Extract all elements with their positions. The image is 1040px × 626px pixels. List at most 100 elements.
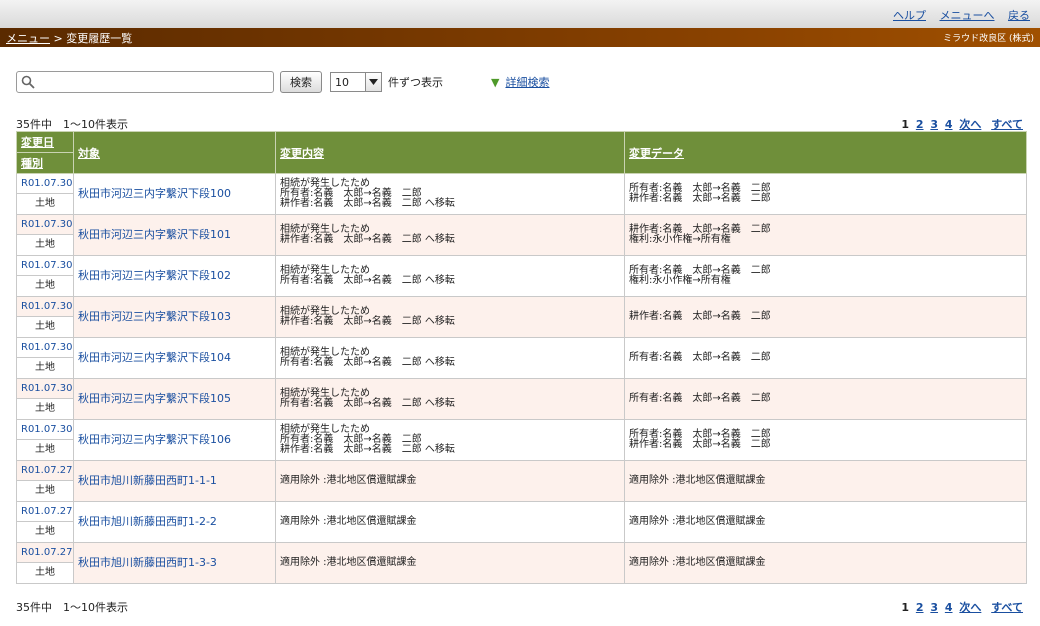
pager-next[interactable]: 次へ	[959, 118, 981, 131]
back-link[interactable]: 戻る	[1008, 9, 1030, 22]
pager-bottom: 1 2 3 4 次へ すべて	[898, 599, 1023, 615]
pager-page-3[interactable]: 3	[930, 601, 938, 614]
advanced-search-link[interactable]: 詳細検索	[505, 74, 549, 90]
top-nav: ヘルプ メニューへ 戻る	[0, 0, 1040, 28]
target-link[interactable]: 秋田市河辺三内字繋沢下段103	[78, 310, 231, 323]
pager-page-2[interactable]: 2	[916, 118, 924, 131]
page-title: 変更履歴一覧	[66, 31, 133, 45]
change-data-line: 所有者:名義 太郎→名義 二郎	[629, 393, 771, 404]
change-data-line: 適用除外 :港北地区償還賦課金	[629, 516, 766, 527]
breadcrumb-menu-link[interactable]: メニュー	[6, 32, 50, 45]
row-kind: 土地	[16, 193, 74, 215]
change-data-line: 耕作者:名義 太郎→名義 二郎	[629, 439, 771, 450]
target-link[interactable]: 秋田市河辺三内字繋沢下段102	[78, 269, 231, 282]
row-kind: 土地	[16, 439, 74, 461]
content-line: 適用除外 :港北地区償還賦課金	[280, 516, 417, 527]
row-kind: 土地	[16, 357, 74, 379]
sort-target-link[interactable]: 対象	[78, 147, 100, 160]
row-content: 相続が発生したため 耕作者:名義 太郎→名義 二郎 へ移転	[275, 296, 625, 338]
menu-link[interactable]: メニューへ	[940, 9, 995, 22]
row-change-data: 所有者:名義 太郎→名義 二郎 耕作者:名義 太郎→名義 二郎	[624, 419, 1027, 461]
target-link[interactable]: 秋田市河辺三内字繋沢下段105	[78, 392, 231, 405]
pager-page-4[interactable]: 4	[945, 118, 953, 131]
chevron-down-icon[interactable]	[365, 73, 381, 91]
sort-data-link[interactable]: 変更データ	[629, 147, 684, 160]
table-row: R01.07.30 秋田市河辺三内字繋沢下段102 相続が発生したため 所有者:名義 …	[16, 255, 1027, 297]
search-button[interactable]: 検索	[280, 71, 322, 93]
search-input[interactable]	[38, 75, 268, 89]
row-content: 相続が発生したため 所有者:名義 太郎→名義 二郎 へ移転	[275, 378, 625, 420]
column-header-date: 変更日	[16, 131, 74, 153]
pager-page-4[interactable]: 4	[945, 601, 953, 614]
pager-current: 1	[901, 118, 910, 131]
pager-page-2[interactable]: 2	[916, 601, 924, 614]
target-link[interactable]: 秋田市河辺三内字繋沢下段104	[78, 351, 231, 364]
help-link[interactable]: ヘルプ	[893, 9, 926, 22]
target-link[interactable]: 秋田市河辺三内字繋沢下段100	[78, 187, 231, 200]
content-line: 耕作者:名義 太郎→名義 二郎 へ移転	[280, 198, 455, 209]
table-row: R01.07.27 秋田市旭川新藤田西町1-3-3 適用除外 :港北地区償還賦課金 適…	[16, 542, 1027, 584]
row-date: R01.07.27	[16, 501, 74, 522]
row-target: 秋田市河辺三内字繋沢下段103	[73, 296, 276, 338]
row-target: 秋田市旭川新藤田西町1-3-3	[73, 542, 276, 584]
row-target: 秋田市旭川新藤田西町1-1-1	[73, 460, 276, 502]
search-row: 検索 10 件ずつ表示 ▼ 詳細検索	[16, 70, 549, 94]
target-link[interactable]: 秋田市旭川新藤田西町1-1-1	[78, 474, 217, 487]
table-row: R01.07.30 秋田市河辺三内字繋沢下段104 相続が発生したため 所有者:名義 …	[16, 337, 1027, 379]
row-date: R01.07.30	[16, 255, 74, 276]
sort-kind-link[interactable]: 種別	[21, 157, 43, 170]
row-target: 秋田市河辺三内字繋沢下段105	[73, 378, 276, 420]
row-target: 秋田市河辺三内字繋沢下段101	[73, 214, 276, 256]
row-date: R01.07.30	[16, 214, 74, 235]
advanced-search: ▼ 詳細検索	[491, 74, 549, 90]
row-content: 相続が発生したため 所有者:名義 太郎→名義 二郎 耕作者:名義 太郎→名義 二郎 …	[275, 419, 625, 461]
table-row: R01.07.30 秋田市河辺三内字繋沢下段103 相続が発生したため 耕作者:名義 …	[16, 296, 1027, 338]
history-table: 変更日 対象 変更内容 変更データ 種別 R01.07.30 秋田市河辺三内字繋沢…	[16, 131, 1027, 584]
title-bar: メニュー > 変更履歴一覧 ミラウド改良区 (株式)	[0, 28, 1040, 47]
row-content: 相続が発生したため 耕作者:名義 太郎→名義 二郎 へ移転	[275, 214, 625, 256]
table-row: R01.07.27 秋田市旭川新藤田西町1-2-2 適用除外 :港北地区償還賦課金 適…	[16, 501, 1027, 543]
row-date: R01.07.30	[16, 419, 74, 440]
sort-date-link[interactable]: 変更日	[21, 136, 54, 149]
row-content: 適用除外 :港北地区償還賦課金	[275, 501, 625, 543]
sort-content-link[interactable]: 変更内容	[280, 147, 324, 160]
row-change-data: 耕作者:名義 太郎→名義 二郎	[624, 296, 1027, 338]
row-content: 適用除外 :港北地区償還賦課金	[275, 542, 625, 584]
breadcrumb-separator: >	[50, 31, 67, 45]
row-target: 秋田市河辺三内字繋沢下段106	[73, 419, 276, 461]
per-page-select[interactable]: 10	[330, 72, 382, 92]
search-box[interactable]	[16, 71, 274, 93]
pager-all[interactable]: すべて	[991, 118, 1023, 131]
table-row: R01.07.30 秋田市河辺三内字繋沢下段106 相続が発生したため 所有者:名義 …	[16, 419, 1027, 461]
column-header-data: 変更データ	[624, 131, 1027, 174]
target-link[interactable]: 秋田市旭川新藤田西町1-3-3	[78, 556, 217, 569]
target-link[interactable]: 秋田市旭川新藤田西町1-2-2	[78, 515, 217, 528]
pager-page-3[interactable]: 3	[930, 118, 938, 131]
row-change-data: 適用除外 :港北地区償還賦課金	[624, 542, 1027, 584]
per-page-label: 件ずつ表示	[388, 76, 443, 89]
content-line: 適用除外 :港北地区償還賦課金	[280, 557, 417, 568]
pager-next[interactable]: 次へ	[959, 601, 981, 614]
search-icon	[21, 75, 35, 89]
breadcrumb: メニュー > 変更履歴一覧	[6, 30, 132, 46]
content-line: 所有者:名義 太郎→名義 二郎 へ移転	[280, 398, 455, 409]
row-kind: 土地	[16, 316, 74, 338]
row-kind: 土地	[16, 234, 74, 256]
table-row: R01.07.30 秋田市河辺三内字繋沢下段101 相続が発生したため 耕作者:名義 …	[16, 214, 1027, 256]
target-link[interactable]: 秋田市河辺三内字繋沢下段106	[78, 433, 231, 446]
row-kind: 土地	[16, 275, 74, 297]
row-date: R01.07.30	[16, 378, 74, 399]
target-link[interactable]: 秋田市河辺三内字繋沢下段101	[78, 228, 231, 241]
row-change-data: 所有者:名義 太郎→名義 二郎 耕作者:名義 太郎→名義 二郎	[624, 173, 1027, 215]
row-change-data: 適用除外 :港北地区償還賦課金	[624, 501, 1027, 543]
change-data-line: 所有者:名義 太郎→名義 二郎	[629, 352, 771, 363]
content-line: 耕作者:名義 太郎→名義 二郎 へ移転	[280, 316, 455, 327]
organization-name: ミラウド改良区 (株式)	[943, 34, 1034, 44]
column-header-kind: 種別	[16, 152, 74, 174]
pager-all[interactable]: すべて	[991, 601, 1023, 614]
row-kind: 土地	[16, 480, 74, 502]
change-data-line: 適用除外 :港北地区償還賦課金	[629, 475, 766, 486]
column-header-content: 変更内容	[275, 131, 625, 174]
row-kind: 土地	[16, 562, 74, 584]
row-date: R01.07.30	[16, 173, 74, 194]
